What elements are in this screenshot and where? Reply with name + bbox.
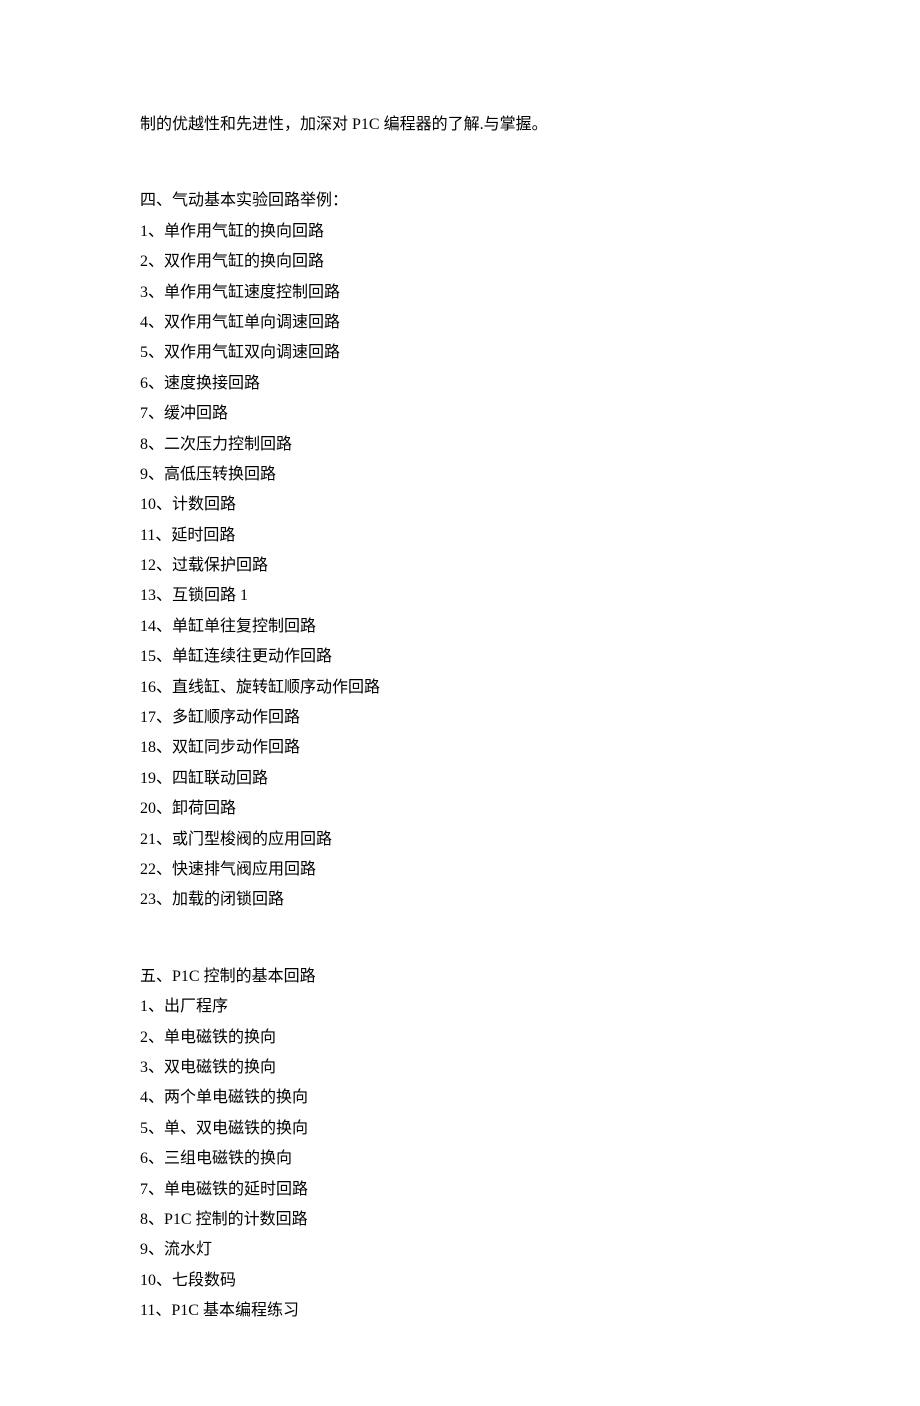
- list-item: 11、延时回路: [140, 521, 780, 551]
- list-item: 23、加载的闭锁回路: [140, 885, 780, 915]
- intro-fragment: 制的优越性和先进性，加深对 P1C 编程器的了解.与掌握。: [140, 110, 780, 140]
- list-item: 13、互锁回路 1: [140, 581, 780, 611]
- list-item: 7、单电磁铁的延时回路: [140, 1175, 780, 1205]
- list-item: 7、缓冲回路: [140, 399, 780, 429]
- list-item: 12、过载保护回路: [140, 551, 780, 581]
- list-item: 1、出厂程序: [140, 992, 780, 1022]
- list-item: 10、计数回路: [140, 490, 780, 520]
- list-item: 16、直线缸、旋转缸顺序动作回路: [140, 673, 780, 703]
- list-item: 22、快速排气阀应用回路: [140, 855, 780, 885]
- list-item: 8、P1C 控制的计数回路: [140, 1205, 780, 1235]
- list-item: 4、两个单电磁铁的换向: [140, 1083, 780, 1113]
- list-item: 18、双缸同步动作回路: [140, 733, 780, 763]
- section5-heading: 五、P1C 控制的基本回路: [140, 962, 780, 992]
- list-item: 10、七段数码: [140, 1266, 780, 1296]
- section4-heading: 四、气动基本实验回路举例：: [140, 186, 780, 216]
- list-item: 8、二次压力控制回路: [140, 430, 780, 460]
- list-item: 9、高低压转换回路: [140, 460, 780, 490]
- section-gap: [140, 916, 780, 962]
- section-gap: [140, 140, 780, 186]
- list-item: 2、单电磁铁的换向: [140, 1023, 780, 1053]
- list-item: 15、单缸连续往更动作回路: [140, 642, 780, 672]
- list-item: 17、多缸顺序动作回路: [140, 703, 780, 733]
- list-item: 2、双作用气缸的换向回路: [140, 247, 780, 277]
- list-item: 21、或门型梭阀的应用回路: [140, 825, 780, 855]
- list-item: 6、三组电磁铁的换向: [140, 1144, 780, 1174]
- list-item: 19、四缸联动回路: [140, 764, 780, 794]
- list-item: 14、单缸单往复控制回路: [140, 612, 780, 642]
- list-item: 5、单、双电磁铁的换向: [140, 1114, 780, 1144]
- list-item: 6、速度换接回路: [140, 369, 780, 399]
- list-item: 3、单作用气缸速度控制回路: [140, 278, 780, 308]
- list-item: 4、双作用气缸单向调速回路: [140, 308, 780, 338]
- list-item: 20、卸荷回路: [140, 794, 780, 824]
- list-item: 9、流水灯: [140, 1235, 780, 1265]
- list-item: 3、双电磁铁的换向: [140, 1053, 780, 1083]
- list-item: 1、单作用气缸的换向回路: [140, 217, 780, 247]
- list-item: 5、双作用气缸双向调速回路: [140, 338, 780, 368]
